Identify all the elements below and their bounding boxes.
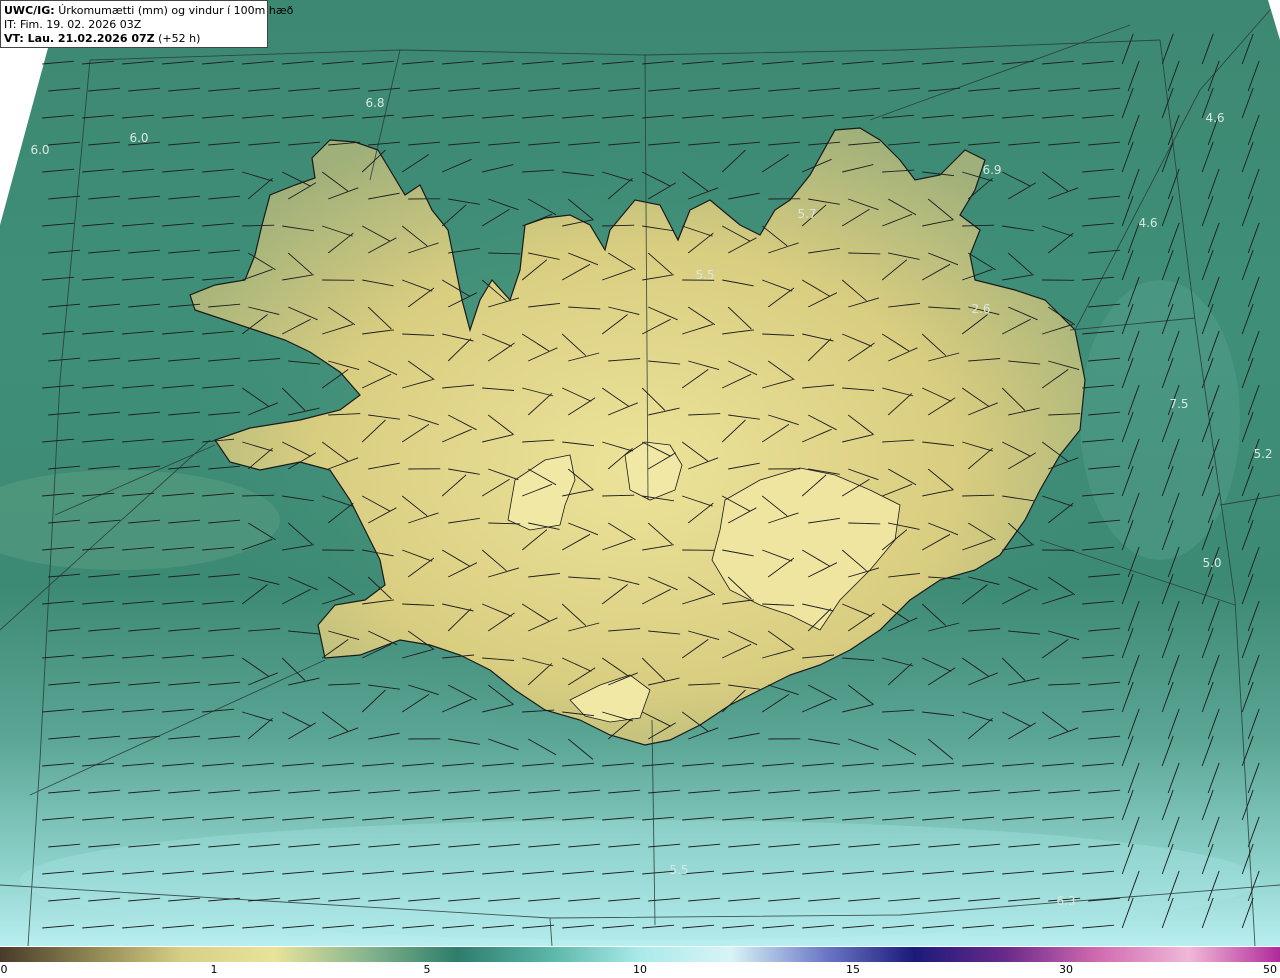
precip-label: 5.5 xyxy=(695,268,714,282)
colorbar-tick-30: 30 xyxy=(1059,963,1073,976)
precip-label: 4.6 xyxy=(1205,111,1224,125)
colorbar-tick-1: 1 xyxy=(210,963,218,976)
precip-label: 2.6 xyxy=(971,302,990,316)
precip-label: 5.7 xyxy=(797,207,816,221)
product-code: UWC/IG: xyxy=(4,4,55,17)
colorbar-tick-50: 50 xyxy=(1263,963,1277,976)
colorbar-tick-0: 0 xyxy=(0,963,8,976)
colorbar-tick-5: 5 xyxy=(423,963,431,976)
precip-label: 6.3 xyxy=(1056,894,1075,908)
precip-label: 7.5 xyxy=(1169,397,1188,411)
lead-time: (+52 h) xyxy=(158,32,201,45)
init-time: IT: Fim. 19. 02. 2026 03Z xyxy=(4,18,142,31)
map-info-box: UWC/IG: Úrkomumætti (mm) og vindur í 100… xyxy=(0,0,293,48)
precip-label: 6.8 xyxy=(365,96,384,110)
precip-label: 5.0 xyxy=(1202,556,1221,570)
precip-label: 5.2 xyxy=(1253,447,1272,461)
precipitable-water-wind-map: 6.8 6.0 6.0 6.9 4.6 5.7 4.6 5.5 2.6 7.5 5.2 5.0 5.5 6… xyxy=(0,0,1280,946)
precip-label: 6.0 xyxy=(129,131,148,145)
colorbar-tick-10: 10 xyxy=(633,963,647,976)
field-description: Úrkomumætti (mm) og vindur í 100m hæð xyxy=(58,4,294,17)
colorbar-tick-15: 15 xyxy=(846,963,860,976)
precip-label: 6.9 xyxy=(982,163,1001,177)
precip-label: 6.0 xyxy=(30,143,49,157)
precip-label: 5.5 xyxy=(669,863,688,877)
colorbar-strip xyxy=(0,947,1280,962)
precip-label: 4.6 xyxy=(1138,216,1157,230)
valid-time: VT: Lau. 21.02.2026 07Z xyxy=(4,32,155,45)
colorbar: 0 1 5 10 15 30 50 xyxy=(0,946,1280,978)
